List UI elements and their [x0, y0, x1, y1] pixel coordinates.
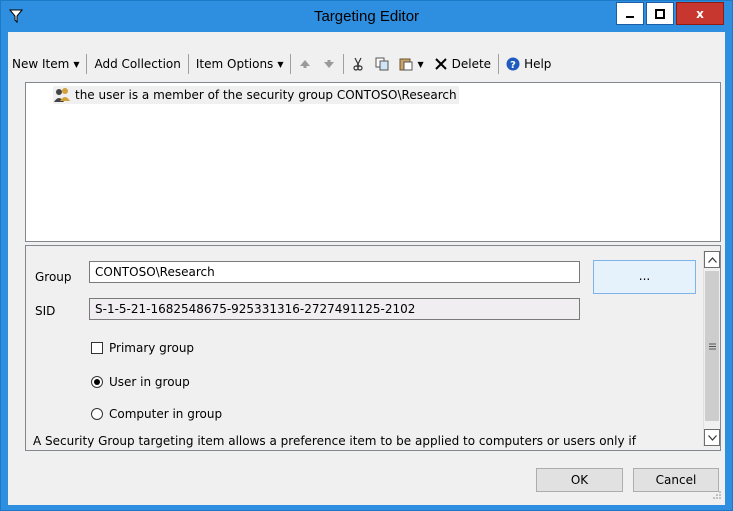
- user-in-group-radio[interactable]: User in group: [91, 375, 190, 389]
- targeting-tree: the user is a member of the security gro…: [25, 82, 721, 242]
- move-down-button[interactable]: [317, 53, 341, 75]
- toolbar-separator: [187, 54, 189, 74]
- cancel-button[interactable]: Cancel: [633, 468, 719, 492]
- tree-item-label: the user is a member of the security gro…: [75, 88, 457, 102]
- move-down-icon: [324, 60, 335, 68]
- security-group-icon: [54, 88, 70, 102]
- delete-icon: [434, 58, 447, 70]
- user-in-group-label: User in group: [109, 375, 190, 389]
- help-button[interactable]: ? Help: [501, 53, 556, 75]
- properties-panel: Group CONTOSO\Research ... SID S-1-5-21-…: [25, 245, 721, 451]
- paste-button[interactable]: ▼: [394, 53, 428, 75]
- description-text: A Security Group targeting item allows a…: [33, 434, 636, 448]
- group-label: Group: [35, 270, 72, 284]
- primary-group-checkbox[interactable]: Primary group: [91, 341, 194, 355]
- computer-in-group-radio[interactable]: Computer in group: [91, 407, 222, 421]
- vertical-scrollbar[interactable]: [703, 251, 720, 447]
- close-icon: x: [696, 6, 704, 21]
- scroll-thumb[interactable]: [705, 271, 719, 421]
- resize-grip-icon[interactable]: [711, 491, 721, 501]
- computer-in-group-label: Computer in group: [109, 407, 223, 421]
- add-collection-button[interactable]: Add Collection: [89, 53, 185, 75]
- svg-text:?: ?: [510, 60, 516, 71]
- copy-icon: [375, 57, 389, 71]
- radio-unselected-icon[interactable]: [91, 408, 103, 420]
- delete-label: Delete: [451, 57, 492, 71]
- maximize-button[interactable]: [646, 2, 674, 25]
- item-options-label: Item Options: [195, 57, 274, 71]
- tree-item[interactable]: the user is a member of the security gro…: [53, 86, 459, 104]
- add-collection-label: Add Collection: [94, 57, 181, 71]
- chevron-down-icon: ▼: [277, 59, 284, 69]
- delete-button[interactable]: Delete: [429, 53, 496, 75]
- browse-button[interactable]: ...: [593, 260, 696, 294]
- ok-button[interactable]: OK: [536, 468, 623, 492]
- toolbar-separator: [343, 54, 345, 74]
- new-item-label: New Item: [12, 57, 70, 71]
- chevron-up-icon: [707, 256, 717, 263]
- new-item-button[interactable]: New Item ▼: [7, 53, 84, 75]
- radio-selected-icon[interactable]: [91, 376, 103, 388]
- title-bar[interactable]: Targeting Editor x: [1, 1, 732, 32]
- toolbar: New Item ▼ Add Collection Item Options ▼: [7, 50, 724, 78]
- checkbox-box[interactable]: [91, 342, 103, 354]
- move-up-button[interactable]: [293, 53, 317, 75]
- toolbar-separator: [290, 54, 292, 74]
- sid-label: SID: [35, 304, 56, 318]
- sid-field[interactable]: S-1-5-21-1682548675-925331316-2727491125…: [89, 298, 580, 320]
- toolbar-separator: [498, 54, 500, 74]
- minimize-icon: [626, 15, 634, 18]
- grip-icon: [708, 343, 716, 349]
- cut-button[interactable]: [346, 53, 370, 75]
- move-up-icon: [300, 60, 311, 68]
- group-field[interactable]: CONTOSO\Research: [89, 261, 580, 283]
- maximize-icon: [655, 8, 665, 19]
- help-label: Help: [524, 57, 552, 71]
- scroll-down-button[interactable]: [704, 429, 720, 446]
- help-icon: ?: [506, 57, 520, 71]
- paste-icon: [399, 58, 413, 71]
- chevron-down-icon: ▼: [417, 59, 424, 69]
- copy-button[interactable]: [370, 53, 394, 75]
- chevron-down-icon: ▼: [73, 59, 80, 69]
- scroll-up-button[interactable]: [704, 251, 720, 268]
- toolbar-separator: [86, 54, 88, 74]
- item-options-button[interactable]: Item Options ▼: [191, 53, 289, 75]
- primary-group-label: Primary group: [109, 341, 195, 355]
- minimize-button[interactable]: [616, 2, 644, 25]
- chevron-down-icon: [707, 434, 717, 441]
- close-button[interactable]: x: [676, 2, 724, 25]
- cut-icon: [353, 57, 364, 71]
